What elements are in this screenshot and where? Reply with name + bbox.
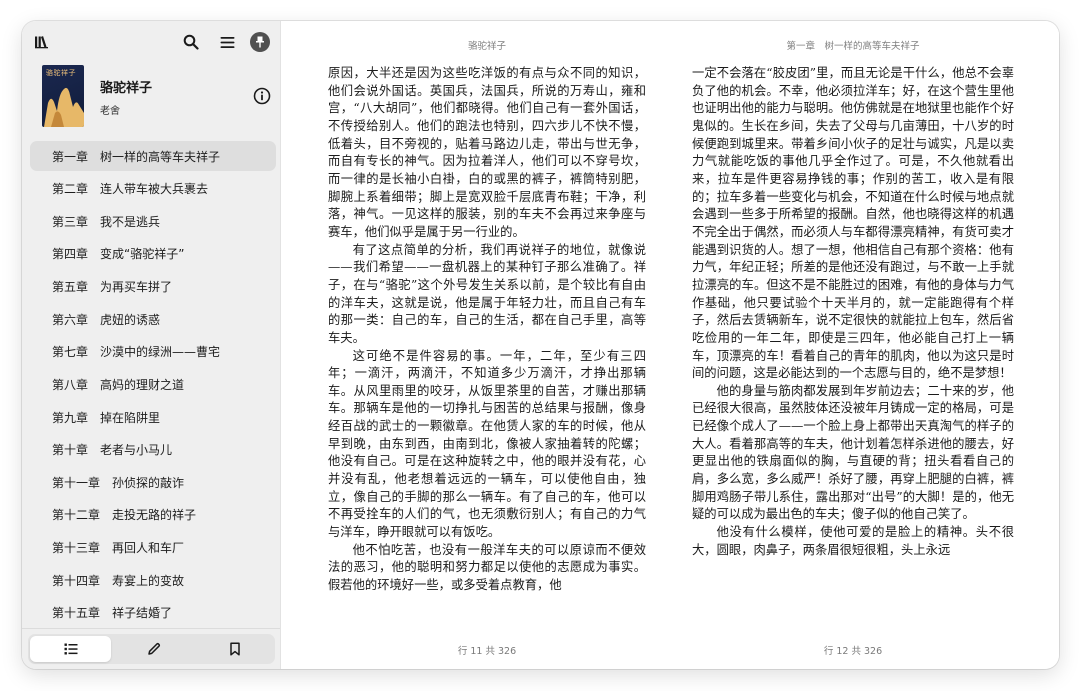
toc-item-number: 第七章 xyxy=(52,345,89,360)
toc-item-number: 第十四章 xyxy=(52,573,101,588)
sidebar: 骆驼祥子 骆驼祥子 老舍 第一章 树一样的高等车夫祥子 第二章 连人带车被大兵裹去 第三… xyxy=(22,21,281,669)
paragraph: 他没有什么模样，使他可爱的是脸上的精神。头不很大，圆眼，肉鼻子，两条眉很短很粗，… xyxy=(692,525,1014,557)
bookmark-icon xyxy=(229,642,240,656)
toc-item[interactable]: 第二章 连人带车被大兵裹去 xyxy=(30,174,276,204)
reading-area[interactable]: 骆驼祥子 原因，大半还是因为这些吃洋饭的有点与众不同的知识，他们会说外国话。英国… xyxy=(281,21,1059,669)
left-page-header: 骆驼祥子 xyxy=(467,41,506,52)
reader-window: 骆驼祥子 骆驼祥子 老舍 第一章 树一样的高等车夫祥子 第二章 连人带车被大兵裹去 第三… xyxy=(22,21,1059,669)
toc-item-number: 第十五章 xyxy=(52,606,101,621)
toc-item-number: 第三章 xyxy=(52,214,89,229)
toc-item[interactable]: 第四章 变成“骆驼祥子” xyxy=(30,239,276,269)
paragraph: 有了这点简单的分析，我们再说祥子的地位，就像说——我们希望——一盘机器上的某种钉… xyxy=(328,242,646,345)
camel-illustration xyxy=(44,87,84,127)
toc-item-number: 第五章 xyxy=(52,280,89,294)
bookmarks-tab[interactable] xyxy=(194,634,275,664)
left-page-footer: 行 11 共 326 xyxy=(457,646,517,657)
toc-item-title: 老者与小马儿 xyxy=(100,443,173,458)
paragraph: 一定不会落在“胶皮团”里，而且无论是干什么，他总不会辜负了他的机会。不幸，他必须… xyxy=(692,66,1014,381)
toc-item-title: 连人带车被大兵裹去 xyxy=(100,182,209,197)
list-icon xyxy=(64,643,77,655)
book-cover[interactable]: 骆驼祥子 xyxy=(42,65,84,127)
left-page-body: 原因，大半还是因为这些吃洋饭的有点与众不同的知识，他们会说外国话。英国兵，法国兵… xyxy=(328,65,646,595)
toc-item-title: 高妈的理财之道 xyxy=(100,377,185,392)
paragraph: 这可绝不是件容易的事。一年，二年，至少有三四年；一滴汗，两滴汗，不知道多少万滴汗… xyxy=(328,348,646,540)
toc-item-number: 第十二章 xyxy=(52,508,101,523)
right-page[interactable]: 第一章 树一样的高等车夫祥子 一定不会落在“胶皮团”里，而且无论是干什么，他总不… xyxy=(692,21,1014,669)
toc-item-title: 沙漠中的绿洲——曹宅 xyxy=(100,345,221,360)
right-page-header: 第一章 树一样的高等车夫祥子 xyxy=(786,41,920,52)
toc-item[interactable]: 第十章 老者与小马儿 xyxy=(30,435,276,465)
toc-item[interactable]: 第十四章 寿宴上的变故 xyxy=(30,565,276,595)
toc-item-title: 孙侦探的敲诈 xyxy=(112,475,185,490)
sidebar-toolbar xyxy=(22,21,280,63)
toc-item-number: 第六章 xyxy=(52,312,89,327)
right-page-body: 一定不会落在“胶皮团”里，而且无论是干什么，他总不会辜负了他的机会。不幸，他必须… xyxy=(692,65,1014,559)
book-info: 骆驼祥子 骆驼祥子 老舍 xyxy=(42,65,274,127)
toc-item[interactable]: 第一章 树一样的高等车夫祥子 xyxy=(30,141,276,171)
toc-item-number: 第十一章 xyxy=(52,475,101,490)
search-icon[interactable] xyxy=(182,33,200,51)
toc-item[interactable]: 第三章 我不是逃兵 xyxy=(30,206,276,236)
toc-item-title: 树一样的高等车夫祥子 xyxy=(100,149,221,164)
view-switcher xyxy=(28,634,275,664)
toc-item-title: 变成“骆驼祥子” xyxy=(100,247,185,262)
paragraph: 他的身量与筋肉都发展到年岁前边去；二十来的岁，他已经很大很高，虽然肢体还没被年月… xyxy=(692,383,1014,522)
toc-item-number: 第八章 xyxy=(52,377,89,392)
toc-item-title: 走投无路的祥子 xyxy=(112,508,197,523)
toc-item-number: 第四章 xyxy=(52,247,89,262)
toc-item-title: 为再买车拼了 xyxy=(100,280,173,294)
toc-item[interactable]: 第十五章 祥子结婚了 xyxy=(30,598,276,628)
toc-item-number: 第十章 xyxy=(52,443,89,458)
toc-item-title: 我不是逃兵 xyxy=(100,214,161,229)
toc-item[interactable]: 第十二章 走投无路的祥子 xyxy=(30,500,276,530)
toc-item[interactable]: 第五章 为再买车拼了 xyxy=(30,272,276,302)
toc-item[interactable]: 第九章 掉在陷阱里 xyxy=(30,402,276,432)
toc-item[interactable]: 第十一章 孙侦探的敲诈 xyxy=(30,467,276,497)
table-of-contents: 第一章 树一样的高等车夫祥子 第二章 连人带车被大兵裹去 第三章 我不是逃兵 第四章 变成“骆… xyxy=(30,141,276,630)
toc-item-number: 第二章 xyxy=(52,182,89,197)
toc-item-number: 第一章 xyxy=(52,149,89,164)
toc-item-title: 掉在陷阱里 xyxy=(100,410,161,425)
toc-item[interactable]: 第六章 虎妞的诱惑 xyxy=(30,304,276,334)
toc-item[interactable]: 第七章 沙漠中的绿洲——曹宅 xyxy=(30,337,276,367)
toc-item-title: 虎妞的诱惑 xyxy=(100,312,161,327)
toc-tab[interactable] xyxy=(30,636,111,662)
info-icon[interactable] xyxy=(253,87,271,105)
toc-item-title: 再回人和车厂 xyxy=(112,541,185,555)
toc-item[interactable]: 第八章 高妈的理财之道 xyxy=(30,369,276,399)
right-page-footer: 行 12 共 326 xyxy=(823,646,883,657)
toc-item-number: 第九章 xyxy=(52,410,89,425)
notes-tab[interactable] xyxy=(113,634,194,664)
book-author: 老舍 xyxy=(100,106,120,117)
toc-item[interactable]: 第十三章 再回人和车厂 xyxy=(30,533,276,563)
sidebar-bottom-bar xyxy=(22,628,280,669)
toc-item-title: 祥子结婚了 xyxy=(112,606,173,621)
book-title: 骆驼祥子 xyxy=(100,81,153,96)
library-icon[interactable] xyxy=(33,33,51,51)
pencil-icon xyxy=(147,642,160,655)
toc-item-title: 寿宴上的变故 xyxy=(112,573,185,588)
menu-icon[interactable] xyxy=(218,33,236,51)
paragraph: 原因，大半还是因为这些吃洋饭的有点与众不同的知识，他们会说外国话。英国兵，法国兵… xyxy=(328,66,646,239)
paragraph: 他不怕吃苦，也没有一般洋车夫的可以原谅而不便效法的恶习，他的聪明和努力都足以使他… xyxy=(328,542,646,593)
left-page[interactable]: 骆驼祥子 原因，大半还是因为这些吃洋饭的有点与众不同的知识，他们会说外国话。英国… xyxy=(328,21,646,669)
pin-icon[interactable] xyxy=(250,32,270,52)
toc-item-number: 第十三章 xyxy=(52,541,101,555)
